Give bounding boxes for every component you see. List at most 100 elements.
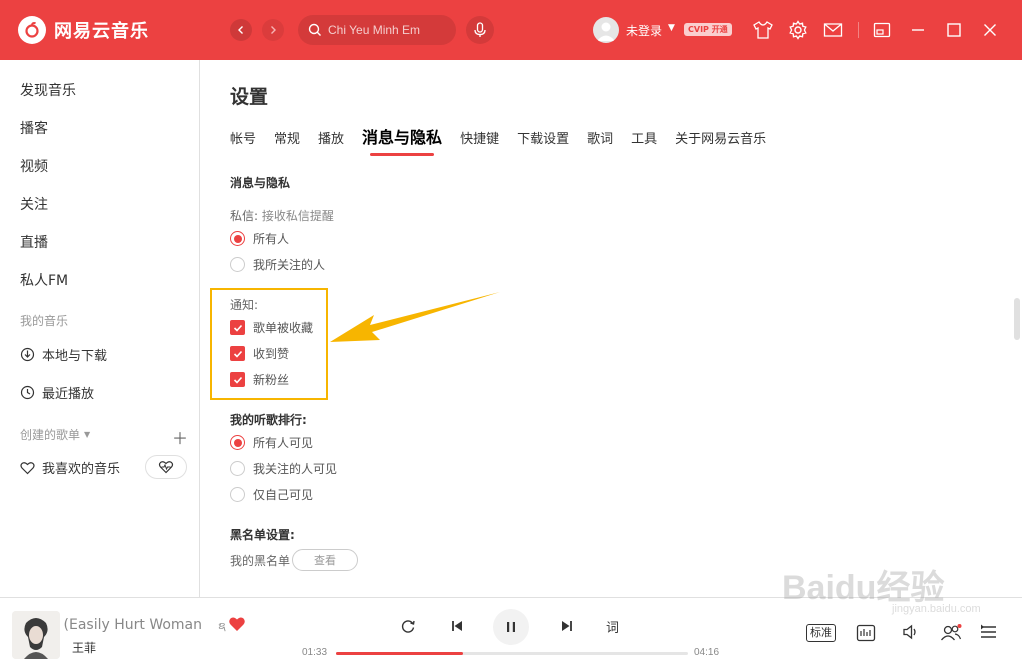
playlist-button[interactable] (980, 624, 998, 640)
tab-general[interactable]: 常规 (274, 128, 300, 147)
rank-option-following[interactable]: 我关注的人可见 (230, 460, 337, 477)
page-title: 设置 (230, 86, 269, 108)
close-button[interactable] (978, 18, 1002, 42)
play-pause-button[interactable] (493, 609, 529, 645)
loop-mode-button[interactable] (397, 615, 419, 637)
radio-selected[interactable] (230, 231, 245, 246)
settings-button[interactable] (786, 18, 810, 42)
dm-option-following[interactable]: 我所关注的人 (230, 256, 325, 273)
sidebar-section-my-music: 我的音乐 (20, 314, 69, 328)
sidebar-item-live[interactable]: 直播 (20, 232, 48, 252)
radio-unselected[interactable] (230, 257, 245, 272)
album-art-image (12, 611, 60, 659)
progress-fill (336, 652, 463, 655)
microphone-icon (474, 22, 486, 37)
netease-logo-icon (18, 16, 46, 44)
skin-button[interactable] (751, 18, 775, 42)
vip-badge[interactable]: CVIP 开通 (684, 23, 732, 36)
skip-next-icon (562, 621, 572, 631)
highlight-annotation-box (210, 288, 328, 400)
sidebar-item-label: 我喜欢的音乐 (42, 462, 121, 477)
tab-about[interactable]: 关于网易云音乐 (675, 128, 766, 147)
tab-lyrics[interactable]: 歌词 (587, 128, 613, 147)
back-button[interactable] (230, 19, 252, 41)
progress-slider[interactable] (336, 652, 688, 655)
option-label: 我所关注的人 (253, 258, 326, 272)
sidebar-item-liked[interactable]: 我喜欢的音乐 (20, 458, 120, 477)
login-link[interactable]: 未登录 (626, 22, 662, 39)
heart-outline-icon (20, 461, 35, 474)
sidebar-item-video[interactable]: 视频 (20, 156, 48, 176)
tab-shortcuts[interactable]: 快捷键 (460, 128, 499, 147)
search-input[interactable] (328, 23, 448, 37)
sidebar-item-label: 最近播放 (42, 387, 95, 402)
gear-icon (789, 20, 807, 40)
sidebar-item-fm[interactable]: 私人FM (20, 270, 68, 290)
dm-hint: 接收私信提醒 (261, 209, 334, 223)
tab-account[interactable]: 帐号 (230, 128, 256, 147)
lyrics-button[interactable]: 词 (606, 617, 619, 636)
song-title[interactable]: Easily Hurt Woman) (64, 617, 202, 633)
dm-label: 私信: 接收私信提醒 (230, 207, 334, 224)
scrollbar-thumb[interactable] (1014, 298, 1020, 340)
top-bar: 网易云音乐 未登录 ▼ CVIP 开通 (0, 0, 1022, 60)
current-time: 01:33 (302, 647, 328, 658)
radio-unselected[interactable] (230, 487, 245, 502)
avatar[interactable] (593, 17, 619, 43)
tab-privacy[interactable]: 消息与隐私 (362, 124, 442, 156)
song-badge: ຊ (218, 619, 226, 632)
player-bar: Easily Hurt Woman) ຊ 王菲 词 01:33 04:16 标准 (0, 597, 1022, 670)
maximize-icon (947, 23, 961, 37)
next-button[interactable] (556, 615, 578, 637)
sound-effect-button[interactable] (856, 624, 876, 642)
view-blacklist-button[interactable]: 查看 (292, 549, 358, 571)
minimize-button[interactable] (906, 18, 930, 42)
heartbeat-mode-button[interactable] (145, 455, 187, 479)
chevron-left-icon (238, 26, 243, 34)
listen-together-button[interactable] (940, 624, 962, 642)
sidebar-section-label: 创建的歌单 (20, 428, 81, 442)
sidebar-item-recent[interactable]: 最近播放 (20, 383, 94, 402)
close-icon (984, 24, 996, 36)
sidebar-item-podcast[interactable]: 播客 (20, 118, 48, 138)
app-logo[interactable]: 网易云音乐 (18, 16, 149, 44)
caret-down-icon: ▼ (84, 430, 91, 439)
app-name: 网易云音乐 (54, 21, 149, 42)
radio-unselected[interactable] (230, 461, 245, 476)
tab-download[interactable]: 下载设置 (517, 128, 569, 147)
radio-selected[interactable] (230, 435, 245, 450)
pause-icon (507, 622, 515, 632)
total-time: 04:16 (694, 647, 720, 658)
previous-button[interactable] (446, 615, 468, 637)
option-label: 仅自己可见 (253, 488, 314, 502)
tab-tools[interactable]: 工具 (631, 128, 657, 147)
maximize-button[interactable] (942, 18, 966, 42)
quality-button[interactable]: 标准 (806, 624, 836, 642)
rank-option-self[interactable]: 仅自己可见 (230, 486, 313, 503)
voice-search-button[interactable] (466, 16, 494, 44)
album-cover[interactable] (12, 611, 60, 659)
settings-page: 设置 帐号 常规 播放 消息与隐私 快捷键 下载设置 歌词 工具 关于网易云音乐… (200, 60, 1022, 597)
user-icon (597, 22, 615, 41)
caret-down-icon[interactable]: ▼ (668, 23, 675, 33)
annotation-arrow-icon (330, 292, 500, 342)
sidebar-item-local-download[interactable]: 本地与下载 (20, 345, 107, 364)
sidebar-section-created[interactable]: 创建的歌单 ▼ (20, 426, 90, 443)
volume-button[interactable] (902, 624, 920, 640)
search-box[interactable] (298, 15, 456, 45)
mini-player-icon (873, 22, 891, 38)
tab-playback[interactable]: 播放 (318, 128, 344, 147)
dm-option-everyone[interactable]: 所有人 (230, 230, 289, 247)
artist-name[interactable]: 王菲 (72, 639, 96, 656)
option-label: 我关注的人可见 (253, 462, 338, 476)
users-icon (940, 624, 962, 641)
mini-mode-button[interactable] (870, 18, 894, 42)
messages-button[interactable] (821, 18, 845, 42)
add-playlist-button[interactable]: ＋ (172, 425, 188, 449)
sidebar-item-discover[interactable]: 发现音乐 (20, 80, 76, 100)
forward-button[interactable] (262, 19, 284, 41)
sidebar-item-follow[interactable]: 关注 (20, 194, 48, 214)
rank-option-everyone[interactable]: 所有人可见 (230, 434, 313, 451)
like-button[interactable] (228, 616, 246, 636)
heartbeat-icon (158, 461, 174, 474)
